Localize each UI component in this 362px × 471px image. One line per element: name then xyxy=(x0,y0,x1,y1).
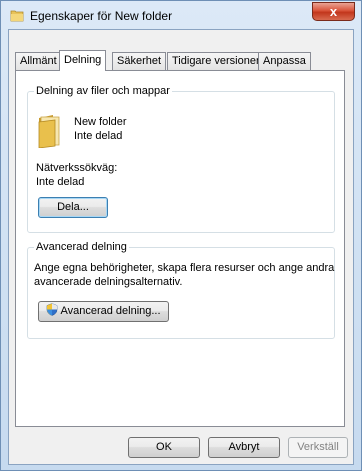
uac-shield-icon xyxy=(47,303,58,316)
tab-anpassa[interactable]: Anpassa xyxy=(258,52,311,70)
folder-share-status: Inte delad xyxy=(74,130,123,142)
window-title: Egenskaper för New folder xyxy=(30,9,173,23)
advanced-sharing-description-line2: avancerade delningsalternativ. xyxy=(34,276,183,288)
tab-delning[interactable]: Delning xyxy=(59,50,107,71)
cancel-button[interactable]: Avbryt xyxy=(208,437,280,458)
folder-name: New folder xyxy=(74,116,127,128)
dialog-client-area: Allmänt Delning Säkerhet Tidigare versio… xyxy=(8,29,354,465)
network-path-value: Inte delad xyxy=(36,176,85,188)
advanced-sharing-button[interactable]: Avancerad delning... xyxy=(38,301,169,322)
advanced-sharing-group: Avancerad delning Ange egna behörigheter… xyxy=(27,241,335,339)
advanced-sharing-button-label: Avancerad delning... xyxy=(60,305,161,317)
advanced-sharing-description-line1: Ange egna behörigheter, skapa flera resu… xyxy=(34,262,335,274)
ok-button[interactable]: OK xyxy=(128,437,200,458)
folder-icon xyxy=(38,115,60,148)
advanced-sharing-group-title: Avancerad delning xyxy=(34,241,129,253)
network-path-label: Nätverkssökväg: xyxy=(36,162,118,174)
file-sharing-group: Delning av filer och mappar New folder I… xyxy=(27,85,335,233)
apply-button[interactable]: Verkställ xyxy=(288,437,348,458)
folder-icon xyxy=(10,10,24,22)
share-button[interactable]: Dela... xyxy=(38,197,108,218)
tab-allmant[interactable]: Allmänt xyxy=(15,52,62,70)
tab-sakerhet[interactable]: Säkerhet xyxy=(112,52,167,70)
close-icon: x xyxy=(329,4,338,19)
close-button[interactable]: x xyxy=(312,2,355,21)
tab-tidigare-versioner[interactable]: Tidigare versioner xyxy=(167,52,265,70)
file-sharing-group-title: Delning av filer och mappar xyxy=(34,85,172,97)
title-bar[interactable]: Egenskaper för New folder x xyxy=(1,1,361,29)
sharing-tab-panel: Delning av filer och mappar New folder I… xyxy=(15,70,345,427)
properties-window: Egenskaper för New folder x Allmänt Deln… xyxy=(0,0,362,471)
